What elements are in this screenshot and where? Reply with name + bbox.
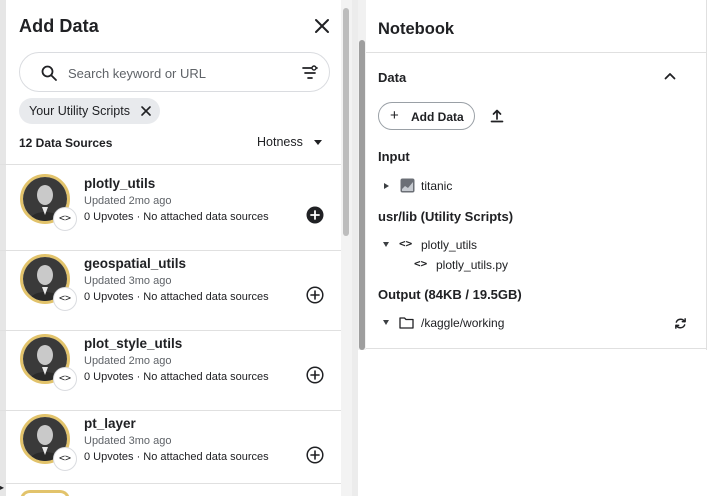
item-title: plotly_utils (84, 176, 156, 191)
item-meta: 0 Upvotes · No attached data sources (84, 291, 269, 303)
data-section-title: Data (378, 70, 407, 85)
item-meta: 0 Upvotes · No attached data sources (84, 451, 269, 463)
item-meta: 0 Upvotes · No attached data sources (84, 371, 269, 383)
code-icon: <> (414, 257, 428, 270)
filter-chip[interactable]: Your Utility Scripts (19, 98, 160, 124)
tree-folder-label: plotly_utils (421, 238, 478, 252)
search-icon (41, 65, 57, 81)
add-data-panel: Add Data Your Utility Scripts 12 Data So… (0, 0, 352, 496)
item-updated: Updated 3mo ago (84, 435, 172, 447)
notebook-title: Notebook (378, 20, 455, 38)
folder-icon (399, 317, 414, 329)
expand-arrow-icon[interactable]: ▸ (0, 480, 8, 496)
output-heading: Output (84KB / 19.5GB) (378, 287, 522, 302)
code-icon: <> (399, 237, 413, 250)
item-title: plot_style_utils (84, 336, 183, 351)
close-icon[interactable] (310, 14, 334, 38)
chevron-down-icon (314, 140, 322, 145)
scrollbar-thumb[interactable] (343, 8, 349, 236)
search-input[interactable] (68, 61, 288, 85)
add-circle-filled-icon[interactable] (306, 206, 324, 224)
avatar (20, 490, 70, 496)
list-item[interactable]: <> plot_style_utils Updated 2mo ago 0 Up… (0, 331, 341, 411)
tree-folder-label: /kaggle/working (421, 316, 505, 330)
divider (366, 348, 707, 349)
tree-file-label: plotly_utils.py (436, 258, 509, 272)
item-updated: Updated 2mo ago (84, 355, 172, 367)
add-circle-icon[interactable] (306, 286, 324, 304)
list-item[interactable]: <> pt_layer Updated 3mo ago 0 Upvotes · … (0, 411, 341, 491)
upload-icon[interactable] (489, 108, 505, 124)
add-data-button-label: Add Data (411, 110, 464, 124)
add-data-button[interactable]: + Add Data (378, 102, 475, 130)
code-icon: <> (53, 207, 77, 231)
divider (366, 52, 706, 53)
utility-scripts-heading: usr/lib (Utility Scripts) (378, 209, 514, 224)
item-meta: 0 Upvotes · No attached data sources (84, 211, 269, 223)
divider (706, 0, 707, 350)
add-circle-icon[interactable] (306, 446, 324, 464)
sort-select[interactable]: Hotness (257, 135, 327, 151)
item-updated: Updated 2mo ago (84, 195, 172, 207)
divider (0, 483, 341, 484)
tree-folder-plotly-utils[interactable]: <> plotly_utils (378, 237, 518, 253)
tree-file-plotly-utils-py[interactable]: <> plotly_utils.py (414, 257, 554, 273)
scrollbar-thumb[interactable] (359, 40, 365, 350)
refresh-icon[interactable] (674, 317, 687, 330)
item-title: pt_layer (84, 416, 136, 431)
caret-right-icon (384, 182, 389, 189)
caret-down-icon (383, 320, 389, 325)
chip-close-icon[interactable] (140, 105, 152, 117)
caret-down-icon (383, 242, 389, 247)
sort-select-value: Hotness (257, 135, 303, 149)
item-updated: Updated 3mo ago (84, 275, 172, 287)
dataset-icon (400, 178, 415, 193)
notebook-panel: Notebook Data + Add Data Input titanic u… (358, 0, 716, 496)
code-icon: <> (53, 287, 77, 311)
add-circle-icon[interactable] (306, 366, 324, 384)
input-heading: Input (378, 149, 410, 164)
code-icon: <> (53, 367, 77, 391)
filter-icon[interactable] (300, 63, 320, 83)
sources-count: 12 Data Sources (19, 136, 113, 150)
tree-item-label: titanic (421, 179, 453, 193)
add-data-title: Add Data (19, 16, 99, 36)
divider (0, 164, 341, 165)
plus-icon: + (390, 107, 399, 124)
chevron-up-icon[interactable] (662, 68, 678, 84)
list-item[interactable]: <> geospatial_utils Updated 3mo ago 0 Up… (0, 251, 341, 331)
item-title: geospatial_utils (84, 256, 187, 271)
search-bar (19, 52, 330, 92)
code-icon: <> (53, 447, 77, 471)
filter-chip-label: Your Utility Scripts (29, 104, 130, 118)
tree-item-titanic[interactable]: titanic (378, 178, 498, 194)
list-item[interactable]: <> plotly_utils Updated 2mo ago 0 Upvote… (0, 171, 341, 251)
tree-folder-working[interactable]: /kaggle/working (378, 315, 528, 331)
